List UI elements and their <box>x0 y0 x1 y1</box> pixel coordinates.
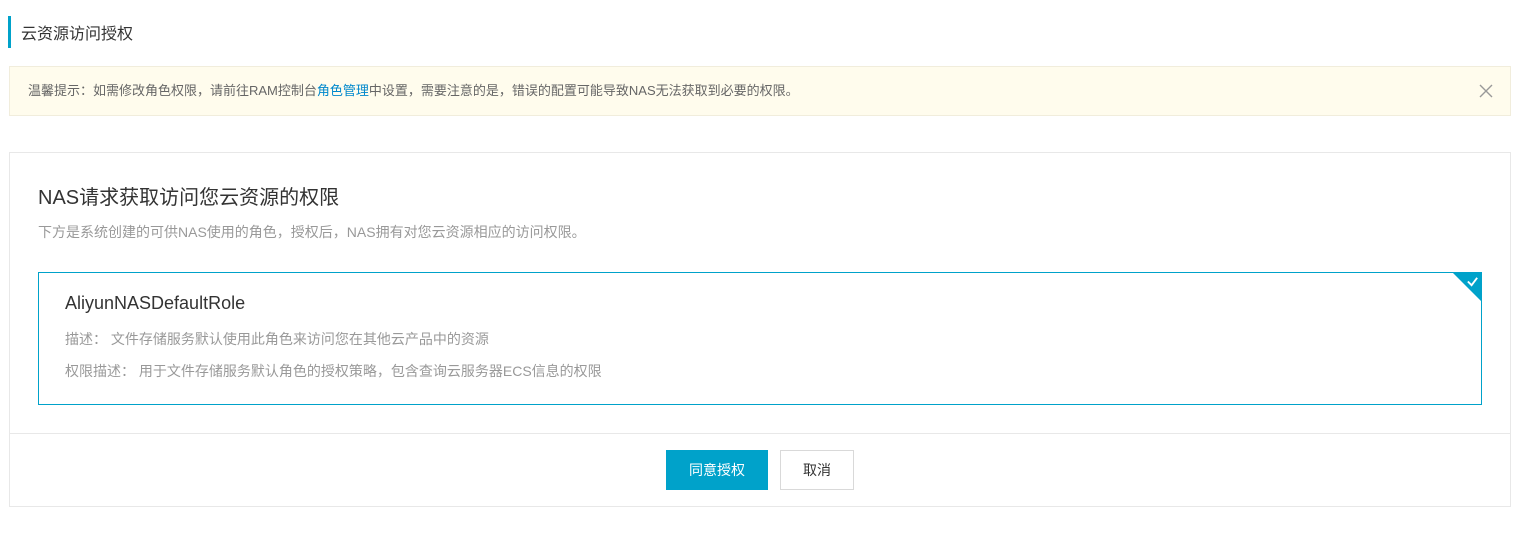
page-title: 云资源访问授权 <box>8 16 1520 48</box>
role-desc-value: 文件存储服务默认使用此角色来访问您在其他云产品中的资源 <box>111 331 489 347</box>
role-permission: 权限描述： 用于文件存储服务默认角色的授权策略，包含查询云服务器ECS信息的权限 <box>65 360 1455 382</box>
role-name: AliyunNASDefaultRole <box>65 293 1455 314</box>
confirm-button[interactable]: 同意授权 <box>666 450 768 490</box>
role-desc-label: 描述： <box>65 331 107 347</box>
close-icon[interactable] <box>1476 81 1496 101</box>
role-card[interactable]: AliyunNASDefaultRole 描述： 文件存储服务默认使用此角色来访… <box>38 272 1482 406</box>
alert-text-suffix: 中设置，需要注意的是，错误的配置可能导致NAS无法获取到必要的权限。 <box>369 83 799 98</box>
footer-bar: 同意授权 取消 <box>9 434 1511 507</box>
role-management-link[interactable]: 角色管理 <box>317 83 369 98</box>
alert-text-prefix: 温馨提示：如需修改角色权限，请前往RAM控制台 <box>28 83 317 98</box>
cancel-button[interactable]: 取消 <box>780 450 854 490</box>
role-perm-value: 用于文件存储服务默认角色的授权策略，包含查询云服务器ECS信息的权限 <box>139 363 602 379</box>
role-description: 描述： 文件存储服务默认使用此角色来访问您在其他云产品中的资源 <box>65 328 1455 350</box>
content-panel: NAS请求获取访问您云资源的权限 下方是系统创建的可供NAS使用的角色，授权后，… <box>9 152 1511 435</box>
request-title: NAS请求获取访问您云资源的权限 <box>38 181 1482 210</box>
selected-check-icon <box>1453 273 1481 301</box>
role-perm-label: 权限描述： <box>65 363 135 379</box>
request-subtitle: 下方是系统创建的可供NAS使用的角色，授权后，NAS拥有对您云资源相应的访问权限… <box>38 222 1482 242</box>
alert-banner: 温馨提示：如需修改角色权限，请前往RAM控制台角色管理中设置，需要注意的是，错误… <box>9 66 1511 116</box>
